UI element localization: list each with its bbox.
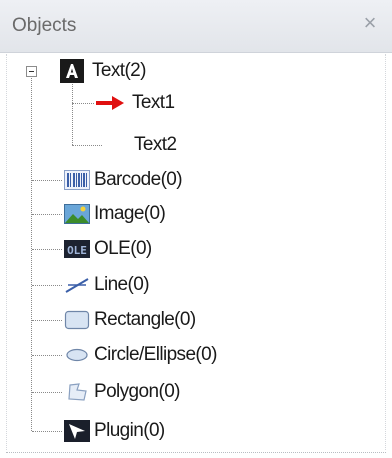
tree-item-text-group[interactable]: Text(2): [60, 56, 146, 86]
red-arrow-icon: [92, 92, 126, 114]
tree-branch: [32, 214, 62, 215]
plugin-icon: [64, 420, 90, 442]
tree-item-label: OLE(0): [94, 238, 152, 259]
tree-item-polygon[interactable]: Polygon(0): [64, 377, 180, 407]
tree-branch: [32, 392, 62, 393]
tree-item-text2[interactable]: Text2: [134, 130, 177, 160]
tree-item-ellipse[interactable]: Circle/Ellipse(0): [64, 340, 217, 370]
bottom-border: [6, 452, 386, 453]
tree-root-line: [31, 72, 32, 431]
tree-item-label: Barcode(0): [94, 169, 183, 190]
tree-item-label: Image(0): [94, 203, 166, 224]
collapse-toggle-icon[interactable]: [26, 66, 37, 77]
tree-item-text1[interactable]: Text1: [92, 88, 175, 118]
tree-item-ole[interactable]: OLE OLE(0): [64, 234, 152, 264]
tree-item-label: Circle/Ellipse(0): [94, 344, 217, 365]
tree-branch: [32, 355, 62, 356]
tree-branch: [72, 103, 94, 104]
text-A-icon: [60, 59, 84, 83]
line-icon: [64, 274, 89, 296]
tree-branch: [32, 431, 62, 432]
left-border: [6, 54, 7, 450]
panel-header: Objects ×: [0, 0, 392, 53]
tree-item-plugin[interactable]: Plugin(0): [64, 416, 165, 446]
ellipse-icon: [64, 344, 88, 366]
close-icon[interactable]: ×: [360, 12, 380, 34]
tree-branch: [32, 180, 62, 181]
tree-item-label: Text(2): [92, 60, 146, 81]
tree-item-label: Text1: [132, 92, 175, 113]
tree-item-rectangle[interactable]: Rectangle(0): [64, 305, 196, 335]
tree-item-line[interactable]: Line(0): [64, 270, 150, 300]
tree-text-children-line: [72, 82, 73, 145]
polygon-icon: [64, 381, 87, 403]
ole-icon: OLE: [64, 238, 90, 260]
tree-item-label: Rectangle(0): [94, 309, 196, 330]
tree-item-image[interactable]: Image(0): [64, 199, 166, 229]
tree-item-label: Text2: [134, 134, 177, 155]
tree-branch: [32, 249, 62, 250]
right-border: [385, 54, 386, 450]
svg-text:OLE: OLE: [67, 244, 87, 257]
tree-branch: [72, 145, 102, 146]
barcode-icon: [64, 169, 90, 191]
rectangle-icon: [64, 309, 90, 331]
tree-item-barcode[interactable]: Barcode(0): [64, 165, 183, 195]
panel-title: Objects: [12, 15, 77, 36]
tree-branch: [32, 320, 62, 321]
tree-item-label: Line(0): [94, 274, 150, 295]
image-icon: [64, 203, 90, 225]
tree-item-label: Plugin(0): [94, 420, 165, 441]
tree-item-label: Polygon(0): [94, 381, 180, 402]
tree-branch: [32, 285, 62, 286]
objects-panel: Objects × Text(2) Text1 Text2 Barcode(0)…: [0, 0, 392, 458]
